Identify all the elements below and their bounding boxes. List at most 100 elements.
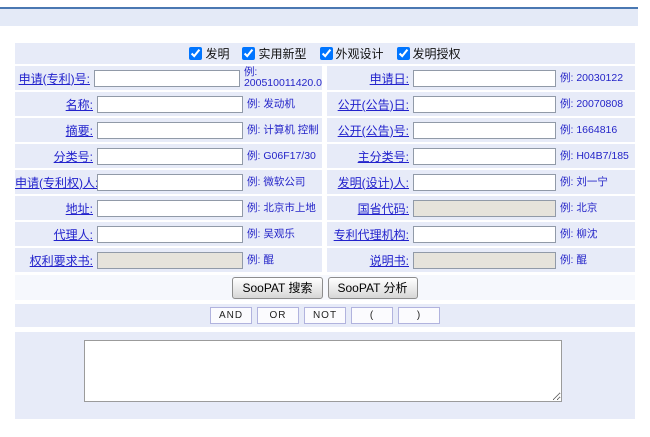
field-application-number: 申请(专利)号: 例: 200510011420.0 xyxy=(15,66,322,90)
classification-input[interactable] xyxy=(97,148,243,165)
example-text: 例: 吴观乐 xyxy=(243,229,322,240)
utility-model-checkbox[interactable] xyxy=(242,47,255,60)
applicant-link[interactable]: 申请(专利权)人: xyxy=(15,176,98,190)
query-expression-section xyxy=(15,332,635,419)
operator-close-paren-button[interactable]: ) xyxy=(398,307,440,324)
field-applicant: 申请(专利权)人: 例: 微软公司 xyxy=(15,170,322,194)
agent-link[interactable]: 代理人: xyxy=(54,228,93,242)
form-row-abstract: 摘要: 例: 计算机 控制 公开(公告)号: 例: 1664816 xyxy=(15,118,635,142)
publication-number-input[interactable] xyxy=(413,122,556,139)
abstract-link[interactable]: 摘要: xyxy=(66,124,93,138)
field-label: 申请(专利权)人: xyxy=(15,174,97,191)
soopat-search-button[interactable]: SooPAT 搜索 xyxy=(232,277,322,299)
field-abstract: 摘要: 例: 计算机 控制 xyxy=(15,118,322,142)
main-classification-link[interactable]: 主分类号: xyxy=(358,150,409,164)
search-form: 发明 实用新型 外观设计 发明授权 申请(专利)号: 例: 2005100114… xyxy=(15,43,635,419)
title-link[interactable]: 名称: xyxy=(66,98,93,112)
agency-input[interactable] xyxy=(413,226,556,243)
publication-number-link[interactable]: 公开(公告)号: xyxy=(338,124,409,138)
utility-model-label: 实用新型 xyxy=(258,45,306,62)
form-row-agent: 代理人: 例: 吴观乐 专利代理机构: 例: 柳沈 xyxy=(15,222,635,246)
country-province-code-input xyxy=(413,200,556,217)
field-agent: 代理人: 例: 吴观乐 xyxy=(15,222,322,246)
field-label: 主分类号: xyxy=(327,148,413,165)
example-text: 例: 刘一宁 xyxy=(556,177,635,188)
invention-checkbox[interactable] xyxy=(189,47,202,60)
field-label: 地址: xyxy=(15,200,97,217)
application-number-input[interactable] xyxy=(94,70,240,87)
agent-input[interactable] xyxy=(97,226,243,243)
publication-date-input[interactable] xyxy=(413,96,556,113)
field-label: 名称: xyxy=(15,96,97,113)
example-text: 例: 20070808 xyxy=(556,99,635,110)
applicant-input[interactable] xyxy=(97,174,243,191)
operator-open-paren-button[interactable]: ( xyxy=(351,307,393,324)
field-claims: 权利要求书: 例: 醌 xyxy=(15,248,322,272)
inventor-input[interactable] xyxy=(413,174,556,191)
filter-invention-grant[interactable]: 发明授权 xyxy=(397,45,461,62)
title-input[interactable] xyxy=(97,96,243,113)
example-text: 例: 20030122 xyxy=(556,73,635,84)
example-text: 例: 微软公司 xyxy=(243,177,322,188)
field-publication-number: 公开(公告)号: 例: 1664816 xyxy=(327,118,635,142)
publication-date-link[interactable]: 公开(公告)日: xyxy=(338,98,409,112)
field-title: 名称: 例: 发动机 xyxy=(15,92,322,116)
example-text: 例: 计算机 控制 xyxy=(243,125,322,136)
address-link[interactable]: 地址: xyxy=(66,202,93,216)
field-label: 代理人: xyxy=(15,226,97,243)
patent-search-page: 发明 实用新型 外观设计 发明授权 申请(专利)号: 例: 2005100114… xyxy=(0,0,650,437)
invention-grant-label: 发明授权 xyxy=(413,45,461,62)
application-date-link[interactable]: 申请日: xyxy=(370,72,409,86)
inventor-link[interactable]: 发明(设计)人: xyxy=(338,176,409,190)
invention-grant-checkbox[interactable] xyxy=(397,47,410,60)
address-input[interactable] xyxy=(97,200,243,217)
field-label: 权利要求书: xyxy=(15,252,97,269)
description-link[interactable]: 说明书: xyxy=(370,254,409,268)
field-classification: 分类号: 例: G06F17/30 xyxy=(15,144,322,168)
form-row-applicant: 申请(专利权)人: 例: 微软公司 发明(设计)人: 例: 刘一宁 xyxy=(15,170,635,194)
soopat-analyze-button[interactable]: SooPAT 分析 xyxy=(328,277,418,299)
field-inventor: 发明(设计)人: 例: 刘一宁 xyxy=(327,170,635,194)
filter-utility-model[interactable]: 实用新型 xyxy=(242,45,306,62)
form-row-claims: 权利要求书: 例: 醌 说明书: 例: 醌 xyxy=(15,248,635,272)
field-application-date: 申请日: 例: 20030122 xyxy=(327,66,635,90)
claims-link[interactable]: 权利要求书: xyxy=(30,254,93,268)
patent-type-filter-bar: 发明 实用新型 外观设计 发明授权 xyxy=(15,43,635,64)
field-description: 说明书: 例: 醌 xyxy=(327,248,635,272)
field-label: 说明书: xyxy=(327,252,413,269)
filter-design[interactable]: 外观设计 xyxy=(320,45,384,62)
claims-input xyxy=(97,252,243,269)
application-number-link[interactable]: 申请(专利)号: xyxy=(19,72,90,86)
application-date-input[interactable] xyxy=(413,70,556,87)
operator-and-button[interactable]: AND xyxy=(210,307,252,324)
agency-link[interactable]: 专利代理机构: xyxy=(334,228,409,242)
field-label: 发明(设计)人: xyxy=(327,174,413,191)
abstract-input[interactable] xyxy=(97,122,243,139)
description-input xyxy=(413,252,556,269)
main-classification-input[interactable] xyxy=(413,148,556,165)
country-province-code-link[interactable]: 国省代码: xyxy=(358,202,409,216)
example-text: 例: 发动机 xyxy=(243,99,322,110)
field-label: 公开(公告)号: xyxy=(327,122,413,139)
design-label: 外观设计 xyxy=(336,45,384,62)
field-label: 申请(专利)号: xyxy=(15,70,94,87)
operator-button-row: AND OR NOT ( ) xyxy=(15,304,635,327)
filter-invention[interactable]: 发明 xyxy=(189,45,229,62)
operator-or-button[interactable]: OR xyxy=(257,307,299,324)
action-button-row: SooPAT 搜索 SooPAT 分析 xyxy=(15,275,635,300)
field-address: 地址: 例: 北京市上地 xyxy=(15,196,322,220)
example-text: 例: 200510011420.0 xyxy=(240,67,322,89)
field-agency: 专利代理机构: 例: 柳沈 xyxy=(327,222,635,246)
field-label: 摘要: xyxy=(15,122,97,139)
query-expression-textarea[interactable] xyxy=(84,340,562,402)
field-label: 公开(公告)日: xyxy=(327,96,413,113)
example-text: 例: 醌 xyxy=(243,255,322,266)
operator-not-button[interactable]: NOT xyxy=(304,307,346,324)
example-text: 例: G06F17/30 xyxy=(243,151,322,162)
field-label: 国省代码: xyxy=(327,200,413,217)
field-label: 专利代理机构: xyxy=(327,226,413,243)
design-checkbox[interactable] xyxy=(320,47,333,60)
classification-link[interactable]: 分类号: xyxy=(54,150,93,164)
invention-label: 发明 xyxy=(205,45,229,62)
example-text: 例: 1664816 xyxy=(556,125,635,136)
